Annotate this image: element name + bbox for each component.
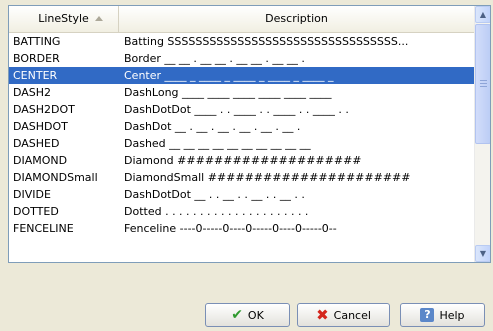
grid-header: LineStyle Description (9, 6, 474, 33)
ok-button[interactable]: ✔ OK (205, 303, 290, 327)
table-row[interactable]: DIAMOND Diamond #################### (9, 152, 474, 169)
description-cell: DashLong ____ ____ ____ ____ ____ ____ (124, 86, 332, 99)
linestyle-cell: DASH2DOT (13, 103, 75, 116)
linestyle-cell: DIAMOND (13, 154, 68, 167)
column-header-linestyle-label: LineStyle (38, 12, 89, 25)
x-icon: ✖ (316, 306, 329, 324)
help-button-label: Help (439, 308, 465, 322)
linestyle-cell: FENCELINE (13, 222, 74, 235)
question-icon: ? (420, 308, 435, 322)
table-row[interactable]: DOTTED Dotted . . . . . . . . . . . . . .… (9, 203, 474, 220)
scroll-down-button[interactable]: ▼ (475, 245, 490, 262)
table-row[interactable]: DIVIDE DashDotDot __ . . __ . . __ . . __… (9, 186, 474, 203)
table-row[interactable]: DASHDOT DashDot __ . __ . __ . __ . __ . … (9, 118, 474, 135)
vertical-scrollbar[interactable]: ▲ ▼ (474, 6, 490, 262)
scroll-up-button[interactable]: ▲ (475, 6, 490, 23)
linestyle-cell: DASH2 (13, 86, 52, 99)
linestyle-cell: DASHED (13, 137, 60, 150)
linestyle-cell: DIAMONDSmall (13, 171, 98, 184)
column-header-description-label: Description (265, 12, 328, 25)
linestyle-cell: DASHDOT (13, 120, 68, 133)
table-row[interactable]: CENTER Center ____ _ ____ _ ____ _ ____ _… (9, 67, 474, 84)
ok-button-label: OK (247, 308, 264, 322)
checkmark-icon: ✔ (231, 307, 243, 323)
linestyle-cell: BATTING (13, 35, 61, 48)
table-row[interactable]: BATTING Batting SSSSSSSSSSSSSSSSSSSSSSSSS… (9, 33, 474, 50)
grid-rows: BATTING Batting SSSSSSSSSSSSSSSSSSSSSSSSS… (9, 33, 474, 237)
table-row[interactable]: DIAMONDSmall DiamondSmall ###############… (9, 169, 474, 186)
cancel-button[interactable]: ✖ Cancel (297, 303, 390, 327)
column-header-description[interactable]: Description (119, 6, 474, 32)
description-cell: DashDotDot ____ . . ____ . . ____ . . __… (124, 103, 349, 116)
table-row[interactable]: DASHED Dashed __ __ __ __ __ __ __ __ __ … (9, 135, 474, 152)
table-row[interactable]: BORDER Border __ __ . __ __ . __ __ . __ … (9, 50, 474, 67)
table-row[interactable]: DASH2DOT DashDotDot ____ . . ____ . . ___… (9, 101, 474, 118)
description-cell: Diamond #################### (124, 154, 362, 167)
linestyle-cell: BORDER (13, 52, 60, 65)
chevron-up-icon: ▲ (479, 10, 487, 19)
description-cell: Center ____ _ ____ _ ____ _ ____ _ ____ … (124, 69, 334, 82)
linestyle-cell: DOTTED (13, 205, 59, 218)
scroll-thumb[interactable] (475, 24, 490, 144)
description-cell: Dashed __ __ __ __ __ __ __ __ __ __ (124, 137, 311, 150)
table-row[interactable]: DASH2 DashLong ____ ____ ____ ____ ____ _… (9, 84, 474, 101)
description-cell: Batting SSSSSSSSSSSSSSSSSSSSSSSSSSSSSSSS… (124, 35, 409, 48)
description-cell: Border __ __ . __ __ . __ __ . __ __ . (124, 52, 305, 65)
linestyle-grid[interactable]: LineStyle Description BATTING Batting SSS… (8, 5, 491, 263)
dialog-footer: ✔ OK ✖ Cancel ? Help (0, 263, 493, 331)
table-row[interactable]: FENCELINE Fenceline ----0-----0----0-----… (9, 220, 474, 237)
grip-line (480, 83, 487, 84)
description-cell: DiamondSmall ###################### (124, 171, 411, 184)
description-cell: Fenceline ----0-----0----0-----0----0---… (124, 222, 337, 235)
description-cell: Dotted . . . . . . . . . . . . . . . . .… (124, 205, 309, 218)
linestyle-cell: CENTER (13, 69, 58, 82)
linestyle-cell: DIVIDE (13, 188, 51, 201)
chevron-down-icon: ▼ (479, 249, 487, 258)
description-cell: DashDotDot __ . . __ . . __ . . __ . . (124, 188, 305, 201)
grip-line (480, 80, 487, 81)
description-cell: DashDot __ . __ . __ . __ . __ . __ . (124, 120, 301, 133)
grip-line (480, 86, 487, 87)
sort-ascending-icon (95, 16, 103, 21)
help-button[interactable]: ? Help (400, 303, 485, 327)
cancel-button-label: Cancel (333, 308, 371, 322)
